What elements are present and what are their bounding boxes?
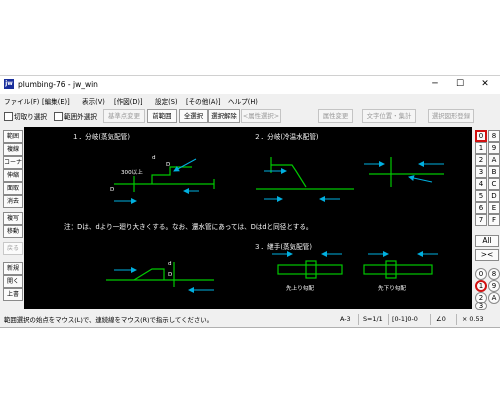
label-d-1: d <box>152 155 156 161</box>
branch-pipe-1 <box>151 166 192 184</box>
menu-settings[interactable]: 設定(S) <box>155 96 178 106</box>
layer-group-0[interactable]: 0 <box>475 130 487 142</box>
layer-cross-button[interactable]: >< <box>475 249 499 261</box>
layer-group-1[interactable]: 1 <box>475 142 487 154</box>
label-D-3: D <box>168 272 173 278</box>
status-bar: 範囲選択の始点をマウス(L)で、連続線をマウス(R)で指示してください。 A-3… <box>0 313 500 326</box>
cad-drawing <box>106 157 444 293</box>
dimension-300: 300以上 <box>121 170 143 176</box>
layer-group-2[interactable]: 2 <box>475 154 487 166</box>
tool-chamfer[interactable]: 面取 <box>3 182 23 195</box>
out-of-range-checkbox[interactable] <box>54 112 63 121</box>
layer-9[interactable]: 9 <box>488 142 500 154</box>
layer-group-4[interactable]: 4 <box>475 178 487 190</box>
layer-a[interactable]: A <box>488 154 500 166</box>
heading-fitting-steam: ３．継手(蒸気配管) <box>254 243 312 251</box>
deselect-button[interactable]: 選択解除 <box>208 109 240 123</box>
fitting-up-body <box>277 264 343 275</box>
label-fitting-down: 先下り勾配 <box>378 286 406 292</box>
attribute-change-button[interactable]: 属性変更 <box>318 109 353 123</box>
label-D-2: D <box>110 187 115 193</box>
layer-group-5[interactable]: 5 <box>475 190 487 202</box>
status-message: 範囲選択の始点をマウス(L)で、連続線をマウス(R)で指示してください。 <box>4 316 214 324</box>
label-d-2: d <box>168 261 172 267</box>
select-all-button[interactable]: 全選択 <box>179 109 208 123</box>
text-position-button[interactable]: 文字位置・集計 <box>362 109 416 123</box>
layer-e[interactable]: E <box>488 202 500 214</box>
group-8-button[interactable]: 8 <box>488 268 500 280</box>
heading-branch-steam: １．分岐(蒸気配管) <box>72 133 130 141</box>
base-point-change-button[interactable]: 基準点変更 <box>103 109 145 123</box>
previous-range-button[interactable]: 前範囲 <box>147 109 177 123</box>
group-a-button[interactable]: A <box>488 292 500 304</box>
out-of-range-label: 範囲外選択 <box>64 113 97 121</box>
group-3-button[interactable]: 3 <box>475 302 487 310</box>
close-button[interactable]: ✕ <box>474 78 496 91</box>
layer-f[interactable]: F <box>488 214 500 226</box>
layer-all-button[interactable]: All <box>475 235 499 247</box>
tool-open[interactable]: 開く <box>3 275 23 288</box>
layer-d[interactable]: D <box>488 190 500 202</box>
branch-pipe-2 <box>271 164 307 188</box>
layer-8[interactable]: 8 <box>488 130 500 142</box>
tool-move[interactable]: 移動 <box>3 225 23 238</box>
group-0-button[interactable]: 0 <box>475 268 487 280</box>
layer-group-3[interactable]: 3 <box>475 166 487 178</box>
layer-group-7[interactable]: 7 <box>475 214 487 226</box>
scale-readout[interactable]: S=1/1 <box>363 315 383 323</box>
tool-overwrite[interactable]: 上書 <box>3 288 23 301</box>
tool-undo[interactable]: 戻る <box>3 242 23 255</box>
app-icon: jw <box>4 79 14 89</box>
layer-c[interactable]: C <box>488 178 500 190</box>
group-1-button[interactable]: 1 <box>475 280 487 292</box>
fitting-down-body <box>363 264 433 275</box>
note-text: 注：Dは、dより一廻り大きくする。なお、還水管にあっては、Dはdと同径とする。 <box>64 223 313 231</box>
menu-other[interactable]: [その他(A)] <box>186 96 221 106</box>
layer-b[interactable]: B <box>488 166 500 178</box>
heading-branch-water: ２．分岐(冷温水配管) <box>254 133 319 141</box>
tool-new[interactable]: 新規 <box>3 262 23 275</box>
group-9-button[interactable]: 9 <box>488 280 500 292</box>
layer-readout[interactable]: [0-1]0-0 <box>392 315 418 323</box>
tool-erase[interactable]: 消去 <box>3 195 23 208</box>
attribute-select-button[interactable]: <属性選択> <box>241 109 281 123</box>
branch-pipe-4 <box>133 268 165 281</box>
menu-view[interactable]: 表示(V) <box>82 96 105 106</box>
menu-bar: ファイル(F) [編集(E)] 表示(V) [作図(D)] 設定(S) [その他… <box>0 95 500 107</box>
menu-help[interactable]: ヘルプ(H) <box>228 96 258 106</box>
menu-edit[interactable]: [編集(E)] <box>42 96 70 106</box>
flow-arrow-3 <box>173 158 197 172</box>
flow-arrow-9 <box>408 175 433 183</box>
fitting-up-joint <box>305 260 317 279</box>
tool-copy[interactable]: 複写 <box>3 212 23 225</box>
label-fitting-up: 先上り勾配 <box>286 286 314 292</box>
minimize-button[interactable]: ─ <box>424 78 446 91</box>
menu-file[interactable]: ファイル(F) <box>4 96 39 106</box>
menu-draw[interactable]: [作図(D)] <box>114 96 143 106</box>
tool-corner[interactable]: コーナー <box>3 156 23 169</box>
window-title: plumbing-76 - jw_win <box>18 80 98 89</box>
label-D-1: D <box>166 162 171 168</box>
register-shape-button[interactable]: 選択図形登録 <box>428 109 474 123</box>
fitting-down-joint <box>385 260 397 279</box>
angle-readout[interactable]: ∠0 <box>436 315 446 323</box>
cut-select-checkbox[interactable] <box>4 112 13 121</box>
tool-parallel-line[interactable]: 複線 <box>3 143 23 156</box>
tool-range[interactable]: 範囲 <box>3 130 23 143</box>
cut-select-label: 切取り選択 <box>14 113 47 121</box>
paper-size[interactable]: A-3 <box>340 315 351 323</box>
zoom-readout[interactable]: × 0.53 <box>462 315 484 323</box>
tool-extend[interactable]: 伸縮 <box>3 169 23 182</box>
maximize-button[interactable]: ☐ <box>449 78 471 91</box>
drawing-canvas[interactable]: １．分岐(蒸気配管) ２．分岐(冷温水配管) ３．継手(蒸気配管) 注：Dは、d… <box>24 127 472 309</box>
title-bar: jw plumbing-76 - jw_win ─ ☐ ✕ <box>0 76 500 94</box>
layer-group-6[interactable]: 6 <box>475 202 487 214</box>
